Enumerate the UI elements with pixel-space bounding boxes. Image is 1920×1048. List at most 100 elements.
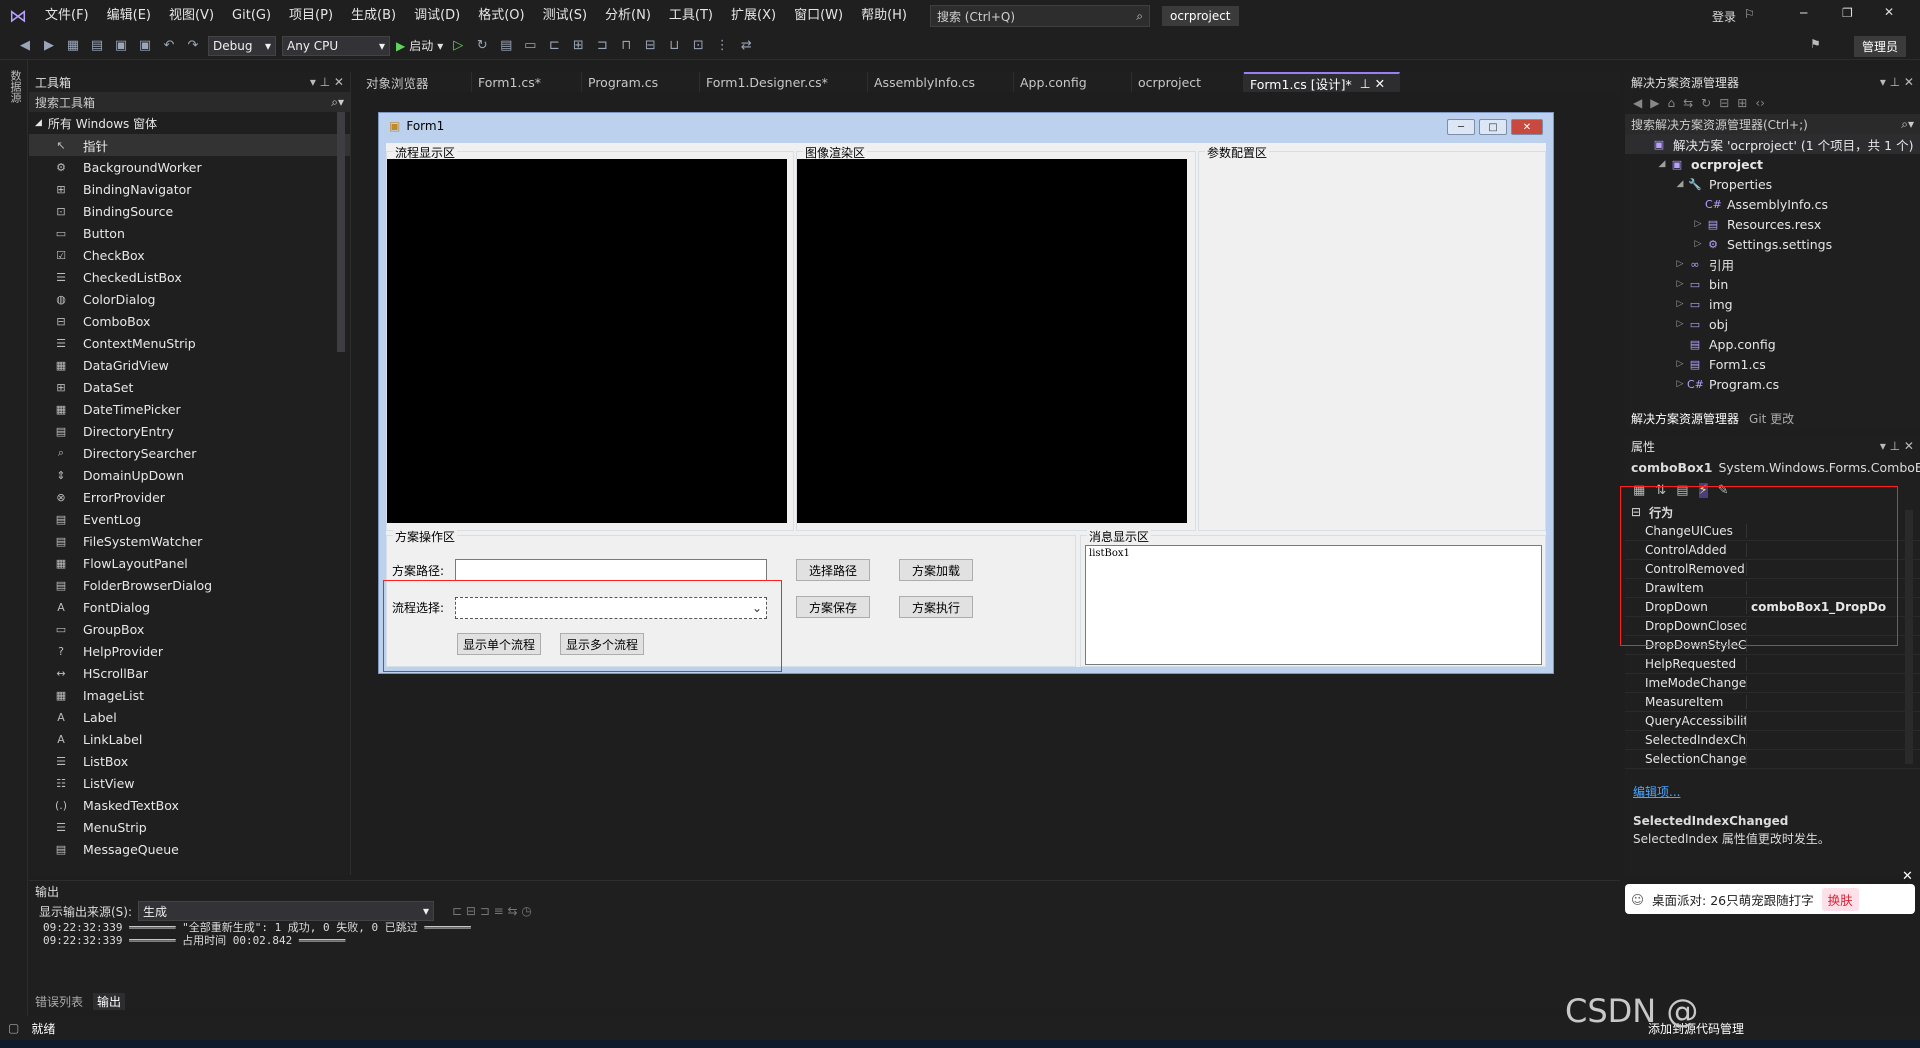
toolbox-item[interactable]: A LinkLabel bbox=[29, 728, 350, 750]
tab-git-changes[interactable]: Git 更改 bbox=[1749, 410, 1794, 427]
solution-tree-item[interactable]: ▷ ▭ img bbox=[1625, 294, 1920, 314]
toolbox-item[interactable]: ▭ GroupBox bbox=[29, 618, 350, 640]
document-tab[interactable]: App.config bbox=[1014, 72, 1132, 92]
save-icon[interactable]: ▣ bbox=[112, 37, 130, 55]
menu-item[interactable]: 项目(P) bbox=[280, 0, 342, 32]
property-row[interactable]: SelectionChangeCon bbox=[1625, 750, 1920, 769]
toolbox-item[interactable]: ? HelpProvider bbox=[29, 640, 350, 662]
document-tab[interactable]: Form1.cs* bbox=[472, 72, 582, 92]
spacing-icon[interactable]: ⋮ bbox=[713, 37, 731, 55]
toolbox-item[interactable]: ⇕ DomainUpDown bbox=[29, 464, 350, 486]
form-close-button[interactable]: ✕ bbox=[1511, 119, 1543, 135]
align-center-icon[interactable]: ⊞ bbox=[569, 37, 587, 55]
form-minimize-button[interactable]: ─ bbox=[1447, 119, 1475, 135]
document-tab[interactable]: Form1.Designer.cs* bbox=[700, 72, 868, 92]
solution-tree-item[interactable]: ◢ ▣ ocrproject bbox=[1625, 154, 1920, 174]
tree-expand-icon[interactable]: ▷ bbox=[1673, 259, 1687, 269]
same-size-icon[interactable]: ⊡ bbox=[689, 37, 707, 55]
close-icon[interactable]: ✕ bbox=[1884, 5, 1894, 19]
output-source-select[interactable]: 生成 ▾ bbox=[138, 901, 435, 921]
document-tab[interactable]: AssemblyInfo.cs bbox=[868, 72, 1014, 92]
toolbox-item[interactable]: A FontDialog bbox=[29, 596, 350, 618]
home-icon[interactable]: ⌂ bbox=[1667, 96, 1675, 110]
document-tab[interactable]: ocrproject bbox=[1132, 72, 1244, 92]
select-path-button[interactable]: 选择路径 bbox=[796, 559, 870, 581]
property-row[interactable]: HelpRequested bbox=[1625, 655, 1920, 674]
toolbox-item[interactable]: ▤ FolderBrowserDialog bbox=[29, 574, 350, 596]
notification-button[interactable]: 换肤 bbox=[1821, 887, 1859, 911]
menu-item[interactable]: 文件(F) bbox=[36, 0, 98, 32]
forward-icon[interactable]: ▶ bbox=[1650, 96, 1659, 110]
toolbox-item[interactable]: ◍ ColorDialog bbox=[29, 288, 350, 310]
toolbox-item[interactable]: ▭ Button bbox=[29, 222, 350, 244]
start-button[interactable]: ▶ 启动 ▾ bbox=[396, 37, 443, 54]
toolbox-item[interactable]: ▤ MessageQueue bbox=[29, 838, 350, 860]
menu-item[interactable]: 帮助(H) bbox=[852, 0, 916, 32]
toolbox-category[interactable]: ◢ 所有 Windows 窗体 bbox=[29, 112, 350, 134]
toolbox-item[interactable]: ↖ 指针 bbox=[29, 134, 350, 156]
toolbox-item[interactable]: ⊗ ErrorProvider bbox=[29, 486, 350, 508]
menu-item[interactable]: 窗口(W) bbox=[785, 0, 852, 32]
align-bottom-icon[interactable]: ⊔ bbox=[665, 37, 683, 55]
open-folder-icon[interactable]: ▤ bbox=[88, 37, 106, 55]
toolbox-scrollbar[interactable] bbox=[337, 112, 345, 352]
property-row[interactable]: ImeModeChanged bbox=[1625, 674, 1920, 693]
config-select[interactable]: Debug ▾ bbox=[208, 35, 276, 56]
solution-tree-item[interactable]: ▷ ∞ 引用 bbox=[1625, 254, 1920, 274]
tab-order-icon[interactable]: ⇄ bbox=[737, 37, 755, 55]
toolbox-item[interactable]: ▦ ImageList bbox=[29, 684, 350, 706]
menu-item[interactable]: 扩展(X) bbox=[722, 0, 785, 32]
flow-display-panel[interactable] bbox=[387, 159, 787, 523]
tree-expand-icon[interactable]: ▷ bbox=[1691, 239, 1705, 249]
tree-expand-icon[interactable]: ▷ bbox=[1691, 219, 1705, 229]
back-icon[interactable]: ◀ bbox=[1633, 96, 1642, 110]
platform-select[interactable]: Any CPU ▾ bbox=[282, 35, 390, 56]
menu-item[interactable]: 分析(N) bbox=[596, 0, 660, 32]
property-row[interactable]: QueryAccessibilityHe bbox=[1625, 712, 1920, 731]
solution-tree-item[interactable]: ▷ ▭ obj bbox=[1625, 314, 1920, 334]
align-left-icon[interactable]: ⊏ bbox=[545, 37, 563, 55]
properties-object-select[interactable]: comboBox1 System.Windows.Forms.ComboB bbox=[1625, 456, 1920, 478]
show-all-icon[interactable]: ⊞ bbox=[1737, 96, 1747, 110]
tab-solution-explorer[interactable]: 解决方案资源管理器 bbox=[1631, 410, 1739, 427]
toolbox-item[interactable]: ⊡ BindingSource bbox=[29, 200, 350, 222]
toolbox-item[interactable]: ▦ DateTimePicker bbox=[29, 398, 350, 420]
undo-icon[interactable]: ↶ bbox=[160, 37, 178, 55]
new-project-icon[interactable]: ▦ bbox=[64, 37, 82, 55]
solution-search[interactable]: 搜索解决方案资源管理器(Ctrl+;) ⌕▾ bbox=[1625, 114, 1920, 134]
toolbox-item[interactable]: ☰ CheckedListBox bbox=[29, 266, 350, 288]
group-params[interactable]: 参数配置区 bbox=[1198, 144, 1546, 531]
sync-icon[interactable]: ⇆ bbox=[1683, 96, 1693, 110]
menu-item[interactable]: 生成(B) bbox=[342, 0, 405, 32]
path-input[interactable] bbox=[455, 559, 767, 581]
document-tab[interactable]: Form1.cs [设计]* ⊥ ✕ bbox=[1244, 72, 1400, 92]
message-listbox[interactable]: listBox1 bbox=[1085, 545, 1542, 665]
feedback-icon[interactable]: ⚑ bbox=[1810, 37, 1821, 51]
tree-expand-icon[interactable]: ▷ bbox=[1673, 359, 1687, 369]
notification-popup[interactable]: ☺ 桌面派对: 26只萌宠跟随打字 换肤 bbox=[1625, 884, 1915, 914]
solution-tree-item[interactable]: ▤ App.config bbox=[1625, 334, 1920, 354]
toolbox-item[interactable]: (.) MaskedTextBox bbox=[29, 794, 350, 816]
menu-item[interactable]: 工具(T) bbox=[660, 0, 722, 32]
panel-controls-icon[interactable]: ▾ ⊥ ✕ bbox=[1880, 439, 1914, 453]
solution-tree-item[interactable]: ▷ C# Program.cs bbox=[1625, 374, 1920, 394]
menu-item[interactable]: Git(G) bbox=[223, 0, 280, 32]
refresh-icon[interactable]: ↻ bbox=[1701, 96, 1711, 110]
solution-tree-item[interactable]: ▷ ▭ bin bbox=[1625, 274, 1920, 294]
solution-tree-item[interactable]: ◢ 🔧 Properties bbox=[1625, 174, 1920, 194]
execute-plan-button[interactable]: 方案执行 bbox=[899, 596, 973, 618]
solution-tree-item[interactable]: ▷ ▤ Resources.resx bbox=[1625, 214, 1920, 234]
hot-reload-icon[interactable]: ↻ bbox=[473, 37, 491, 55]
menu-item[interactable]: 视图(V) bbox=[160, 0, 223, 32]
document-tab[interactable]: 对象浏览器 bbox=[360, 72, 472, 92]
solution-tree-item[interactable]: ▷ ⚙ Settings.settings bbox=[1625, 234, 1920, 254]
account-icon[interactable]: ⚐ bbox=[1744, 7, 1755, 21]
properties-scrollbar[interactable] bbox=[1905, 510, 1913, 764]
search-box[interactable]: 搜索 (Ctrl+Q) ⌕ bbox=[929, 5, 1150, 27]
edit-items-link[interactable]: 编辑项... bbox=[1633, 783, 1680, 800]
save-all-icon[interactable]: ▣ bbox=[136, 37, 154, 55]
align-top-icon[interactable]: ⊓ bbox=[617, 37, 635, 55]
image-render-panel[interactable] bbox=[797, 159, 1187, 523]
login-link[interactable]: 登录 bbox=[1712, 8, 1736, 25]
tab-close-icon[interactable]: ⊥ ✕ bbox=[1360, 76, 1385, 91]
